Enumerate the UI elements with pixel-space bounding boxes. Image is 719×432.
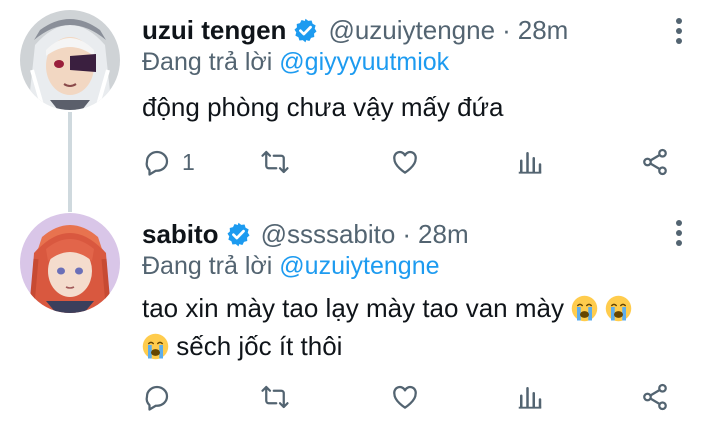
share-icon (643, 383, 667, 411)
tweet-header: uzui tengen @uzuiytengne · 28m (142, 10, 568, 50)
like-icon (393, 151, 417, 174)
verified-badge-icon (294, 18, 317, 42)
reply-count: 1 (182, 148, 195, 175)
tweet-text-line: động phòng chưa vậy mấy đứa (142, 92, 504, 122)
reply-icon (145, 385, 169, 411)
share-icon (643, 148, 667, 176)
views-icon (518, 152, 542, 174)
tweet-text-line: sếch jốc ít thôi (176, 331, 343, 361)
display-name[interactable]: sabito (142, 219, 219, 250)
verified-badge-icon (227, 222, 250, 246)
reply-button[interactable] (142, 377, 182, 417)
views-icon (518, 387, 542, 409)
views-button[interactable] (515, 142, 545, 182)
tweet-text-line: tao xin mày tao lạy mày tao van mày (142, 293, 564, 323)
tweet-text: động phòng chưa vậy mấy đứa (142, 88, 682, 126)
retweet-icon (261, 385, 289, 409)
views-button[interactable] (515, 377, 545, 417)
tweet-sabito[interactable]: sabito @ssssabito · 28m Đang trả lời @uz… (0, 200, 719, 432)
replying-mention[interactable]: @giyyyuutmiok (279, 48, 449, 76)
user-handle[interactable]: @ssssabito (261, 219, 396, 250)
reply-icon (145, 150, 169, 176)
avatar-sabito-image (20, 213, 120, 313)
retweet-button[interactable] (260, 377, 300, 417)
timestamp[interactable]: 28m (418, 219, 469, 250)
avatar[interactable] (20, 213, 120, 313)
replying-prefix: Đang trả lời (142, 48, 273, 76)
display-name[interactable]: uzui tengen (142, 15, 286, 46)
more-icon[interactable] (669, 14, 689, 48)
retweet-button[interactable] (260, 142, 300, 182)
retweet-icon (261, 150, 289, 174)
tweet-text: tao xin mày tao lạy mày tao van mày sếch… (142, 289, 682, 365)
action-bar: 1 (142, 142, 682, 182)
tweet-text-line-1: tao xin mày tao lạy mày tao van mày (142, 289, 682, 327)
separator-dot: · (502, 14, 511, 45)
loudly-crying-emoji (606, 295, 632, 322)
loudly-crying-emoji (142, 333, 169, 360)
replying-to: Đang trả lời @uzuiytengne (142, 252, 440, 281)
loudly-crying-emoji (571, 295, 598, 322)
user-handle[interactable]: @uzuiytengne (328, 15, 495, 46)
action-bar (142, 377, 682, 417)
timestamp[interactable]: 28m (518, 15, 569, 46)
avatar[interactable] (20, 10, 120, 110)
avatar-uzui-image (20, 10, 120, 110)
more-icon[interactable] (669, 216, 689, 250)
like-button[interactable] (390, 377, 430, 417)
replying-prefix: Đang trả lời (142, 252, 273, 280)
replying-to: Đang trả lời @giyyyuutmiok (142, 48, 449, 77)
tweet-text-line-2: sếch jốc ít thôi (142, 327, 682, 365)
like-button[interactable] (390, 142, 430, 182)
like-icon (393, 386, 417, 409)
share-button[interactable] (640, 377, 670, 417)
thread-line (68, 112, 72, 212)
separator-dot: · (402, 218, 412, 249)
replying-mention[interactable]: @uzuiytengne (279, 252, 439, 280)
tweet-header: sabito @ssssabito · 28m (142, 214, 469, 254)
share-button[interactable] (640, 142, 670, 182)
tweet-uzui-tengen[interactable]: uzui tengen @uzuiytengne · 28m Đang trả … (0, 0, 719, 212)
reply-button[interactable]: 1 (142, 142, 195, 182)
